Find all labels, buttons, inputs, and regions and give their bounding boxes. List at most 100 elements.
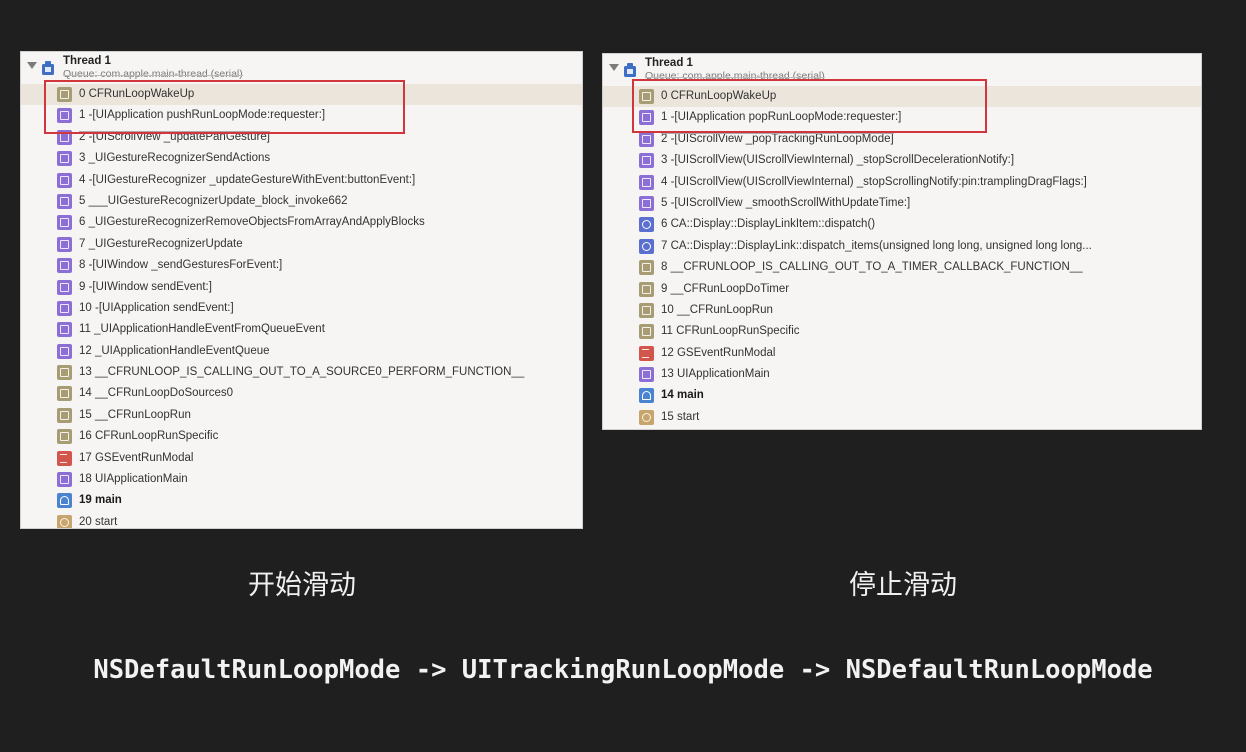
stack-frame-label: 13 __CFRUNLOOP_IS_CALLING_OUT_TO_A_SOURC… (79, 366, 525, 379)
stack-frame-row[interactable]: 16 CFRunLoopRunSpecific (21, 426, 582, 447)
olive-frame-icon (57, 87, 72, 102)
stack-frame-row[interactable]: 5 ___UIGestureRecognizerUpdate_block_inv… (21, 191, 582, 212)
stack-frame-row[interactable]: 4 -[UIGestureRecognizer _updateGestureWi… (21, 170, 582, 191)
display-frame-icon (639, 217, 654, 233)
thread-title: Thread 1 (63, 55, 111, 67)
disclosure-triangle-icon[interactable] (609, 64, 619, 71)
thread-icon (42, 61, 54, 75)
stack-frame-row[interactable]: 2 -[UIScrollView _popTrackingRunLoopMode… (603, 129, 1201, 150)
stack-frame-row[interactable]: 13 __CFRUNLOOP_IS_CALLING_OUT_TO_A_SOURC… (21, 362, 582, 383)
purple-frame-icon (639, 195, 654, 211)
stack-frame-label: 2 -[UIScrollView _popTrackingRunLoopMode… (661, 132, 894, 145)
stack-frame-row[interactable]: 1 -[UIApplication pushRunLoopMode:reques… (21, 105, 582, 126)
olive-frame-icon (57, 386, 72, 402)
stack-frame-row[interactable]: 12 GSEventRunModal (603, 343, 1201, 364)
purple-frame-icon (57, 472, 72, 488)
stack-frame-row[interactable]: 13 UIApplicationMain (603, 364, 1201, 385)
stack-frame-row[interactable]: 17 GSEventRunModal (21, 448, 582, 469)
purple-frame-icon (57, 172, 72, 188)
stack-frame-label: 10 __CFRunLoopRun (661, 303, 773, 316)
olive-frame-icon (639, 281, 654, 297)
purple-frame-icon (57, 129, 72, 145)
purple-frame-icon (57, 151, 72, 167)
thread-title: Thread 1 (645, 57, 693, 69)
stack-frame-row[interactable]: 11 CFRunLoopRunSpecific (603, 321, 1201, 342)
stack-frame-row[interactable]: 12 _UIApplicationHandleEventQueue (21, 341, 582, 362)
olive-frame-icon (57, 407, 72, 423)
stop-scrolling-caption: 停止滑动 (849, 570, 957, 601)
stack-frame-row[interactable]: 10 __CFRunLoopRun (603, 300, 1201, 321)
olive-frame-icon (57, 365, 72, 381)
thread-header[interactable]: Thread 1 Queue: com.apple.main-thread (s… (21, 52, 582, 84)
stack-frame-row[interactable]: 15 start (603, 407, 1201, 428)
stack-frame-label: 5 ___UIGestureRecognizerUpdate_block_inv… (79, 194, 348, 207)
stack-frame-row[interactable]: 8 -[UIWindow _sendGesturesForEvent:] (21, 255, 582, 276)
thread-queue-label: Queue: com.apple.main-thread (serial) (645, 70, 825, 82)
stack-frame-row[interactable]: 5 -[UIScrollView _smoothScrollWithUpdate… (603, 193, 1201, 214)
stack-frame-label: 6 _UIGestureRecognizerRemoveObjectsFromA… (79, 216, 425, 229)
stack-frame-row[interactable]: 15 __CFRunLoopRun (21, 405, 582, 426)
olive-frame-icon (639, 89, 654, 104)
user-frame-icon (639, 388, 654, 404)
thread-icon (624, 63, 636, 77)
stack-frame-label: 8 -[UIWindow _sendGesturesForEvent:] (79, 259, 283, 272)
stack-frame-row[interactable]: 10 -[UIApplication sendEvent:] (21, 298, 582, 319)
purple-frame-icon (639, 367, 654, 383)
thread-header[interactable]: Thread 1 Queue: com.apple.main-thread (s… (603, 54, 1201, 86)
stack-frame-row[interactable]: 4 -[UIScrollView(UIScrollViewInternal) _… (603, 172, 1201, 193)
stack-frame-row[interactable]: 2 -[UIScrollView _updatePanGesture] (21, 127, 582, 148)
stack-frame-label: 15 __CFRunLoopRun (79, 408, 191, 421)
stack-frame-row[interactable]: 19 main (21, 490, 582, 511)
stack-frame-row[interactable]: 9 __CFRunLoopDoTimer (603, 279, 1201, 300)
stack-frame-row[interactable]: 14 main (603, 385, 1201, 406)
stack-frame-row[interactable]: 3 -[UIScrollView(UIScrollViewInternal) _… (603, 150, 1201, 171)
olive-frame-icon (639, 324, 654, 340)
stack-frame-label: 2 -[UIScrollView _updatePanGesture] (79, 130, 270, 143)
user-frame-icon (57, 493, 72, 509)
stack-frame-label: 9 __CFRunLoopDoTimer (661, 282, 790, 295)
stack-frame-row[interactable]: 0 CFRunLoopWakeUp (21, 84, 582, 106)
stack-frame-label: 18 UIApplicationMain (79, 473, 188, 486)
purple-frame-icon (57, 343, 72, 359)
stack-frame-row[interactable]: 6 CA::Display::DisplayLinkItem::dispatch… (603, 214, 1201, 235)
stack-frame-row[interactable]: 9 -[UIWindow sendEvent:] (21, 277, 582, 298)
right-call-stack-panel: Thread 1 Queue: com.apple.main-thread (s… (602, 53, 1202, 430)
olive-frame-icon (639, 302, 654, 318)
stack-frame-label: 11 CFRunLoopRunSpecific (661, 325, 800, 338)
disclosure-triangle-icon[interactable] (27, 62, 37, 69)
stack-frame-row[interactable]: 7 CA::Display::DisplayLink::dispatch_ite… (603, 236, 1201, 257)
gear-frame-icon (57, 514, 72, 528)
stack-frame-row[interactable]: 6 _UIGestureRecognizerRemoveObjectsFromA… (21, 212, 582, 233)
stack-frame-label: 3 _UIGestureRecognizerSendActions (79, 152, 271, 165)
stack-frame-label: 20 start (79, 515, 118, 528)
stack-frame-row[interactable]: 18 UIApplicationMain (21, 469, 582, 490)
gear-frame-icon (639, 409, 654, 425)
stack-frame-row[interactable]: 11 _UIApplicationHandleEventFromQueueEve… (21, 319, 582, 340)
stack-frame-label: 0 CFRunLoopWakeUp (79, 88, 195, 100)
purple-frame-icon (57, 279, 72, 295)
stack-frame-label: 11 _UIApplicationHandleEventFromQueueEve… (79, 323, 325, 336)
left-call-stack-panel: Thread 1 Queue: com.apple.main-thread (s… (20, 51, 583, 529)
stack-frame-label: 13 UIApplicationMain (661, 368, 770, 381)
purple-frame-icon (57, 108, 72, 124)
stack-frame-label: 15 start (661, 410, 700, 423)
stack-frame-row[interactable]: 14 __CFRunLoopDoSources0 (21, 383, 582, 404)
stack-frame-row[interactable]: 7 _UIGestureRecognizerUpdate (21, 234, 582, 255)
stack-frame-row[interactable]: 0 CFRunLoopWakeUp (603, 86, 1201, 108)
stack-frame-row[interactable]: 3 _UIGestureRecognizerSendActions (21, 148, 582, 169)
stack-frame-label: 1 -[UIApplication pushRunLoopMode:reques… (79, 109, 326, 122)
stack-frame-label: 16 CFRunLoopRunSpecific (79, 430, 219, 443)
display-frame-icon (639, 238, 654, 254)
purple-frame-icon (57, 236, 72, 252)
purple-frame-icon (639, 174, 654, 190)
stack-frame-label: 7 _UIGestureRecognizerUpdate (79, 237, 243, 250)
purple-frame-icon (57, 215, 72, 231)
stack-frame-list: 0 CFRunLoopWakeUp 1 -[UIApplication pushR… (21, 84, 582, 528)
stack-frame-row[interactable]: 20 start (21, 512, 582, 528)
purple-frame-icon (57, 322, 72, 338)
purple-frame-icon (57, 258, 72, 274)
stack-frame-label: 12 _UIApplicationHandleEventQueue (79, 344, 270, 357)
stack-frame-label: 14 __CFRunLoopDoSources0 (79, 387, 234, 400)
stack-frame-row[interactable]: 1 -[UIApplication popRunLoopMode:request… (603, 107, 1201, 128)
stack-frame-row[interactable]: 8 __CFRUNLOOP_IS_CALLING_OUT_TO_A_TIMER_… (603, 257, 1201, 278)
